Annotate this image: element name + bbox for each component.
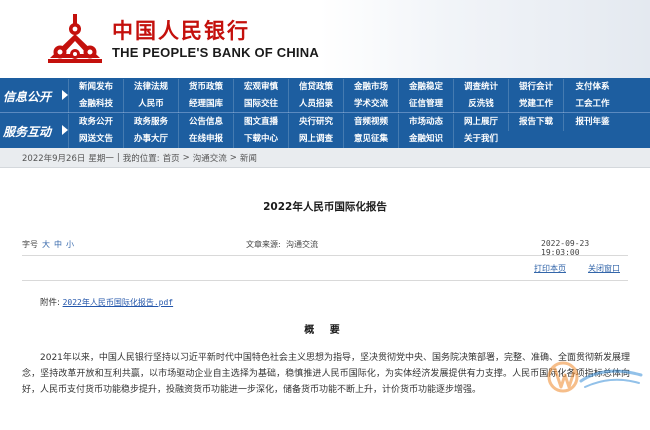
nav-item[interactable]: 银行会计: [508, 79, 563, 96]
breadcrumb-communication[interactable]: 沟通交流: [193, 152, 227, 164]
nav-item[interactable]: 反洗钱: [453, 96, 508, 113]
nav-item[interactable]: 党建工作: [508, 96, 563, 113]
nav-item[interactable]: 信贷政策: [288, 79, 343, 96]
current-weekday: 星期一: [88, 153, 114, 164]
main-navigation: 信息公开 新闻发布 法律法规 货币政策 宏观审慎 信贷政策 金融市场 金融稳定 …: [0, 78, 650, 148]
source-label: 文章来源:: [246, 240, 281, 249]
breadcrumb-separator: >: [229, 152, 237, 163]
nav-item[interactable]: 办事大厅: [123, 131, 178, 148]
attachment-pdf-link[interactable]: 2022年人民币国际化报告.pdf: [63, 298, 174, 307]
nav-item[interactable]: 调查统计: [453, 79, 508, 96]
nav-item[interactable]: 公告信息: [178, 114, 233, 131]
article-body: 2021年以来，中国人民银行坚持以习近平新时代中国特色社会主义思想为指导，坚决贯…: [22, 353, 630, 395]
nav-item[interactable]: 金融知识: [398, 131, 453, 148]
attachment-label: 附件:: [40, 298, 60, 308]
breadcrumb-news[interactable]: 新闻: [240, 152, 257, 164]
nav-item[interactable]: 货币政策: [178, 79, 233, 96]
attachment: 附件: 2022年人民币国际化报告.pdf: [40, 296, 173, 308]
nav-item[interactable]: 国际交往: [233, 96, 288, 113]
font-size-label: 字号: [22, 240, 38, 249]
logo-english-name[interactable]: THE PEOPLE'S BANK OF CHINA: [112, 45, 319, 60]
divider: [22, 280, 628, 281]
nav-item[interactable]: 新闻发布: [68, 79, 123, 96]
nav-item[interactable]: 政务服务: [123, 114, 178, 131]
breadcrumb-home[interactable]: 首页: [163, 152, 180, 164]
nav-row: 金融科技 人民币 经理国库 国际交往 人员招录 学术交流 征信管理 反洗钱 党建…: [68, 96, 650, 113]
nav-item[interactable]: 学术交流: [343, 96, 398, 113]
site-header: 中国人民银行 THE PEOPLE'S BANK OF CHINA: [0, 0, 650, 78]
nav-item[interactable]: 政务公开: [68, 114, 123, 131]
font-size-medium-link[interactable]: 中: [54, 239, 62, 250]
nav-item[interactable]: 报告下载: [508, 114, 563, 131]
nav-item[interactable]: 网送文告: [68, 131, 123, 148]
nav-band-label[interactable]: 服务互动: [3, 123, 65, 139]
font-size-small-link[interactable]: 小: [66, 239, 74, 250]
close-window-link[interactable]: 关闭窗口: [588, 263, 620, 274]
pboc-emblem-icon[interactable]: [46, 14, 104, 64]
nav-item[interactable]: 央行研究: [288, 114, 343, 131]
nav-item[interactable]: 关于我们: [453, 131, 508, 148]
article-title: 2022年人民币国际化报告: [263, 201, 387, 213]
nav-item[interactable]: 金融稳定: [398, 79, 453, 96]
logo-chinese-name[interactable]: 中国人民银行: [112, 15, 250, 45]
nav-band-info-disclosure: 信息公开 新闻发布 法律法规 货币政策 宏观审慎 信贷政策 金融市场 金融稳定 …: [0, 78, 650, 113]
font-size-large-link[interactable]: 大: [42, 239, 50, 250]
location-label: 我的位置:: [122, 153, 160, 164]
nav-item[interactable]: 报刊年鉴: [563, 114, 621, 131]
nav-item[interactable]: 工会工作: [563, 96, 621, 113]
nav-item[interactable]: 网上调查: [288, 131, 343, 148]
breadcrumb-separator: >: [182, 152, 190, 163]
nav-item[interactable]: 经理国库: [178, 96, 233, 113]
breadcrumb-separator: |: [116, 152, 120, 163]
summary-heading: 概 要: [304, 325, 346, 336]
nav-item[interactable]: 征信管理: [398, 96, 453, 113]
header-background-art: [320, 0, 650, 78]
article-source: 沟通交流: [286, 240, 318, 249]
nav-item[interactable]: 意见征集: [343, 131, 398, 148]
nav-row: 新闻发布 法律法规 货币政策 宏观审慎 信贷政策 金融市场 金融稳定 调查统计 …: [68, 79, 650, 96]
print-page-link[interactable]: 打印本页: [534, 263, 566, 274]
nav-item[interactable]: 市场动态: [398, 114, 453, 131]
nav-item[interactable]: 图文直播: [233, 114, 288, 131]
nav-item[interactable]: 宏观审慎: [233, 79, 288, 96]
nav-item[interactable]: 在线申报: [178, 131, 233, 148]
current-date: 2022年9月26日: [22, 153, 86, 164]
breadcrumb: 2022年9月26日 星期一 | 我的位置: 首页 > 沟通交流 > 新闻: [0, 148, 650, 168]
nav-item[interactable]: 人民币: [123, 96, 178, 113]
nav-band-label[interactable]: 信息公开: [3, 88, 65, 104]
nav-item[interactable]: 音频视频: [343, 114, 398, 131]
nav-band-service-interaction: 服务互动 政务公开 政务服务 公告信息 图文直播 央行研究 音频视频 市场动态 …: [0, 113, 650, 148]
watermark-logo-icon: [547, 361, 643, 393]
nav-item[interactable]: 人员招录: [288, 96, 343, 113]
article-meta: 字号 大 中 小 文章来源: 沟通交流 2022-09-23 19:03:00: [22, 239, 622, 257]
nav-item[interactable]: 金融科技: [68, 96, 123, 113]
nav-item[interactable]: 网上展厅: [453, 114, 508, 131]
nav-item[interactable]: 法律法规: [123, 79, 178, 96]
nav-row: 政务公开 政务服务 公告信息 图文直播 央行研究 音频视频 市场动态 网上展厅 …: [68, 114, 650, 131]
nav-row: 网送文告 办事大厅 在线申报 下载中心 网上调查 意见征集 金融知识 关于我们: [68, 131, 650, 148]
nav-item[interactable]: 金融市场: [343, 79, 398, 96]
nav-item[interactable]: 下载中心: [233, 131, 288, 148]
nav-item[interactable]: 支付体系: [563, 79, 621, 96]
divider: [22, 255, 628, 256]
